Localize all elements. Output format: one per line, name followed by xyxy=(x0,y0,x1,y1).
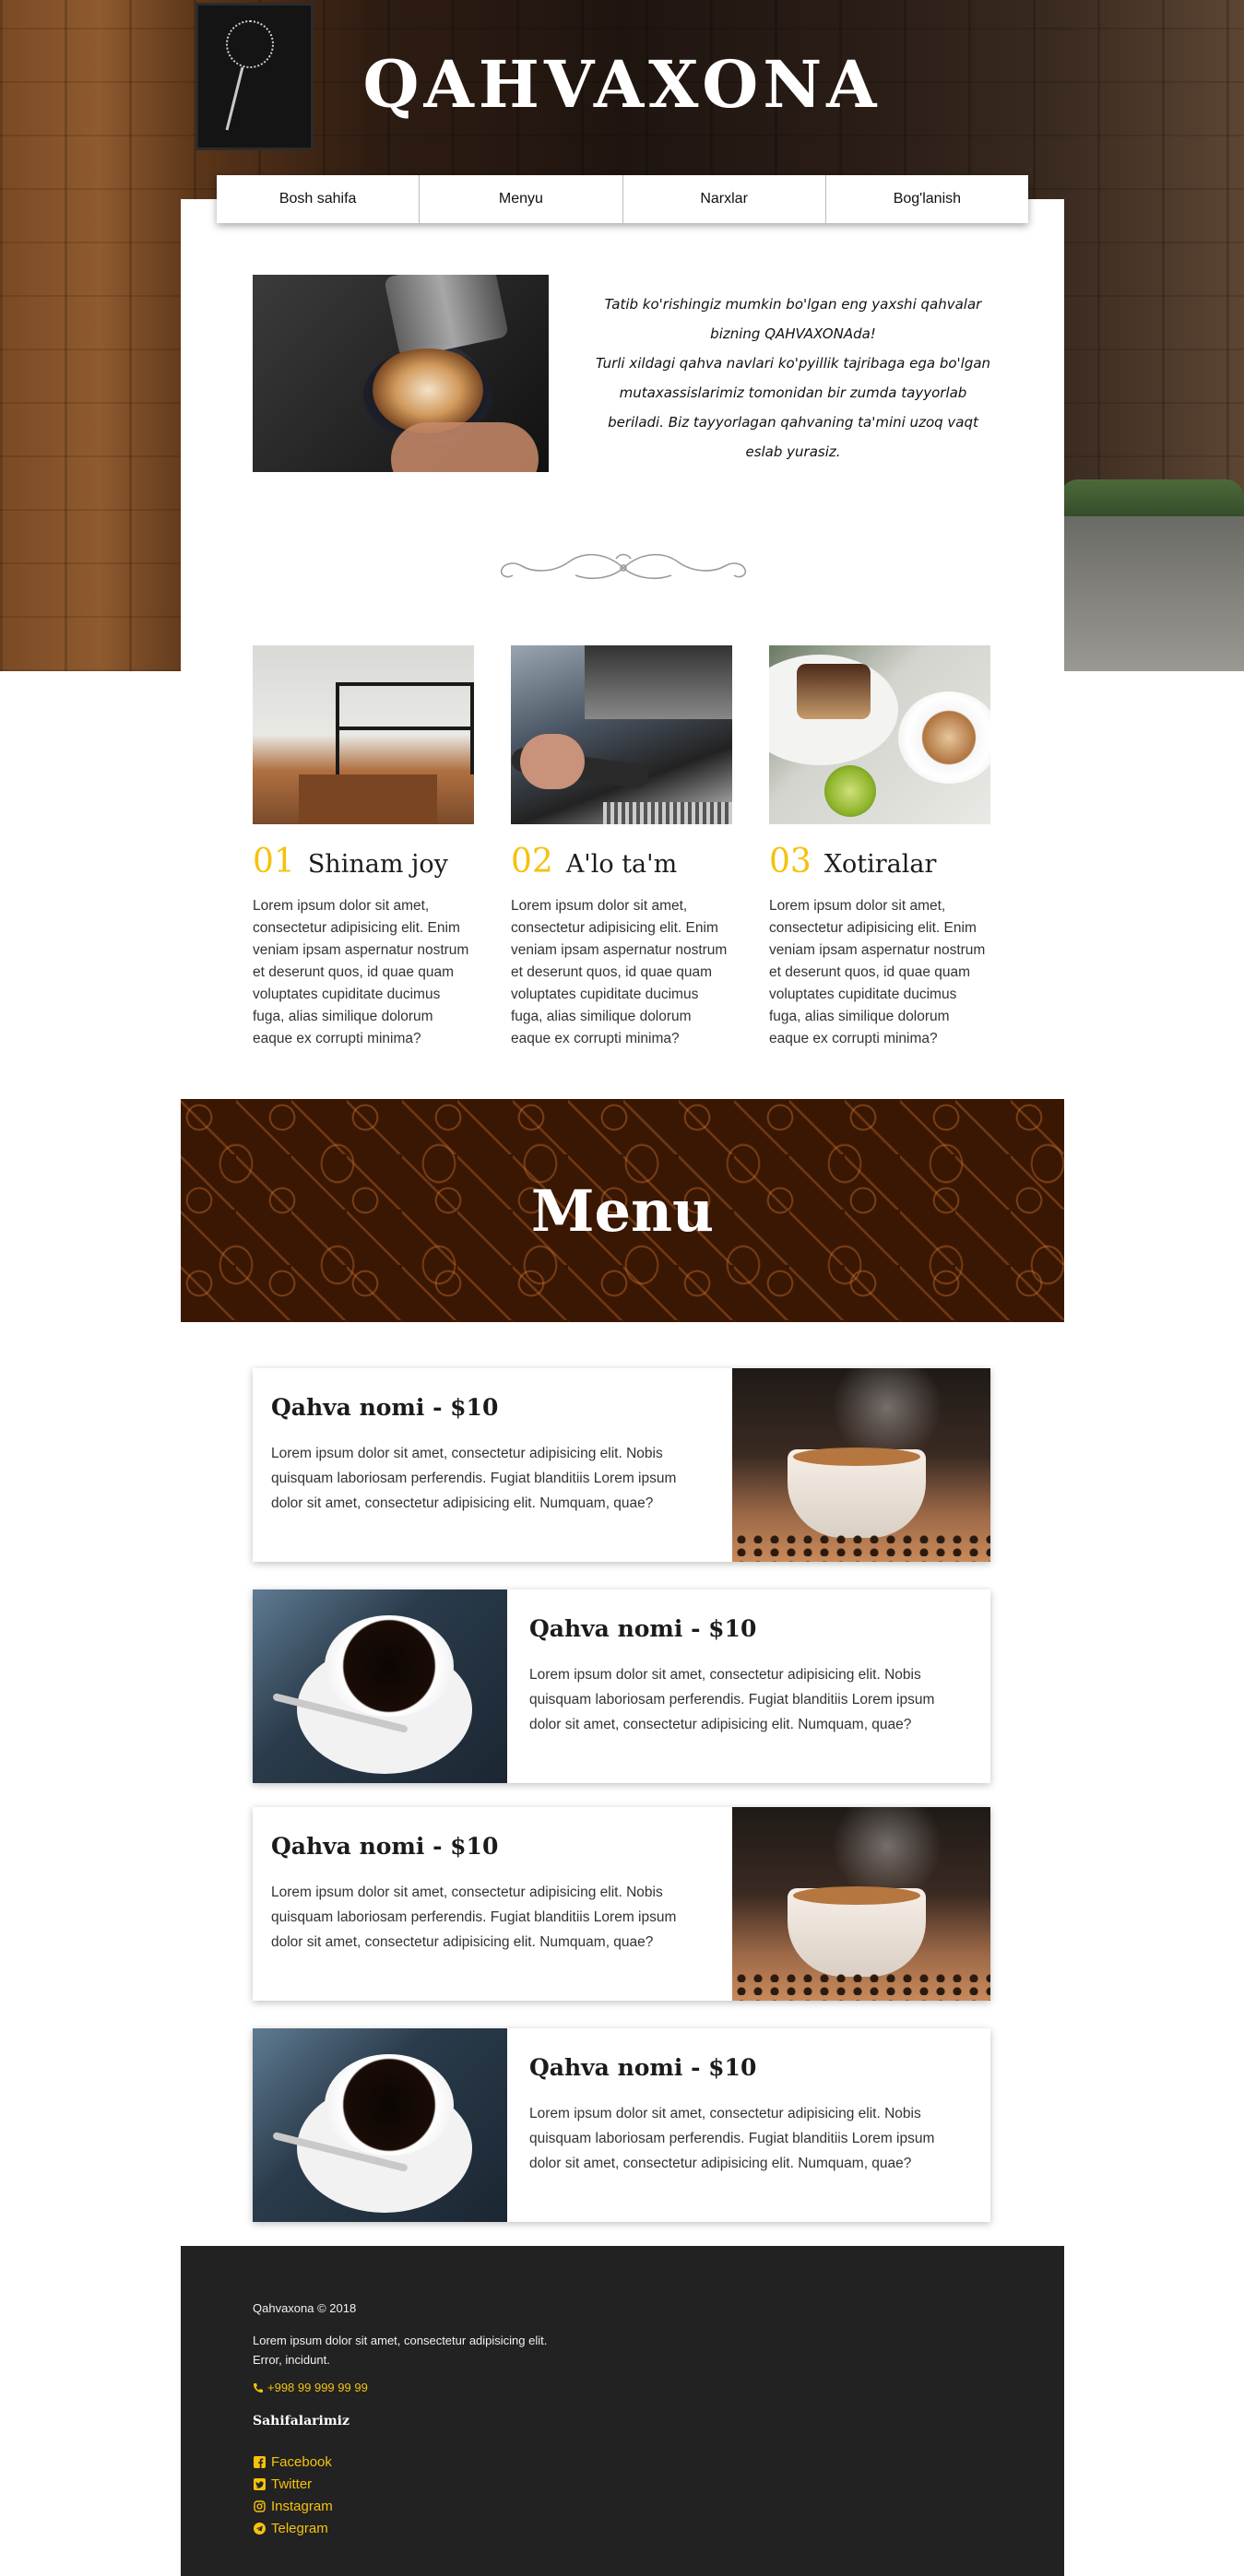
cake xyxy=(797,664,871,719)
menu-item-description: Lorem ipsum dolor sit amet, consectetur … xyxy=(271,1885,677,1950)
intro-line: beriladi. Biz tayyorlagan qahvaning ta'm… xyxy=(608,414,978,431)
coffee-dessert-image xyxy=(769,645,990,824)
nav-item-prices[interactable]: Narxlar xyxy=(623,175,826,223)
social-link-instagram[interactable]: Instagram xyxy=(253,2495,333,2517)
coffee-beans xyxy=(732,1969,990,2001)
menu-item-name: Qahva nomi - $10 xyxy=(529,1615,757,1642)
footer-about-line: Lorem ipsum dolor sit amet, consectetur … xyxy=(253,2334,548,2347)
menu-item-description: Lorem ipsum dolor sit amet, consectetur … xyxy=(529,1667,935,1732)
menu-item-name: Qahva nomi - $10 xyxy=(529,2054,757,2081)
feature-card: 03 Xotiralar Lorem ipsum dolor sit amet,… xyxy=(769,645,990,1050)
social-link-telegram[interactable]: Telegram xyxy=(253,2517,333,2539)
main-navigation: Bosh sahifa Menyu Narxlar Bog'lanish xyxy=(217,175,1028,223)
feature-description: Lorem ipsum dolor sit amet, consectetur … xyxy=(511,898,728,1046)
shelf-bar xyxy=(336,727,474,730)
feature-heading: 02 A'lo ta'm xyxy=(511,843,732,880)
ornament-divider-icon xyxy=(500,553,747,580)
instagram-icon xyxy=(253,2499,266,2512)
intro-line: mutaxassislarimiz tomonidan bir zumda ta… xyxy=(619,384,967,401)
footer-about-line: Error, incidunt. xyxy=(253,2353,330,2367)
latte-art-image xyxy=(253,275,549,472)
social-links: Facebook Twitter Instagram Telegram xyxy=(253,2451,333,2539)
social-link-facebook[interactable]: Facebook xyxy=(253,2451,333,2473)
steaming-coffee-image xyxy=(732,1807,990,2001)
menu-item-card[interactable]: Qahva nomi - $10 Lorem ipsum dolor sit a… xyxy=(253,1589,990,1783)
feature-title: Xotiralar xyxy=(823,850,937,879)
drip-tray xyxy=(603,802,732,824)
telegram-icon xyxy=(253,2522,266,2535)
menu-item-text: Qahva nomi - $10 Lorem ipsum dolor sit a… xyxy=(253,1807,732,1955)
feature-title: Shinam joy xyxy=(307,850,448,879)
social-link-label: Facebook xyxy=(271,2453,332,2470)
counter xyxy=(299,774,437,824)
feature-heading: 01 Shinam joy xyxy=(253,843,474,880)
feature-description: Lorem ipsum dolor sit amet, consectetur … xyxy=(769,898,986,1046)
black-coffee-image xyxy=(253,2028,507,2222)
facebook-icon xyxy=(253,2455,266,2468)
menu-item-name: Qahva nomi - $10 xyxy=(271,1394,499,1421)
feature-card: 02 A'lo ta'm Lorem ipsum dolor sit amet,… xyxy=(511,645,732,1050)
feature-description: Lorem ipsum dolor sit amet, consectetur … xyxy=(253,898,469,1046)
menu-item-card[interactable]: Qahva nomi - $10 Lorem ipsum dolor sit a… xyxy=(253,1807,990,2001)
menu-item-text: Qahva nomi - $10 Lorem ipsum dolor sit a… xyxy=(511,1589,990,1737)
milk-pitcher xyxy=(383,275,510,360)
feature-number: 03 xyxy=(769,843,812,880)
social-link-label: Telegram xyxy=(271,2520,328,2536)
feature-title: A'lo ta'm xyxy=(565,850,678,879)
menu-item-card[interactable]: Qahva nomi - $10 Lorem ipsum dolor sit a… xyxy=(253,2028,990,2222)
cup xyxy=(898,691,990,784)
footer-about: Lorem ipsum dolor sit amet, consectetur … xyxy=(253,2331,603,2369)
espresso-machine-image xyxy=(511,645,732,824)
social-link-label: Twitter xyxy=(271,2476,313,2492)
nav-item-home[interactable]: Bosh sahifa xyxy=(217,175,421,223)
hand xyxy=(391,422,539,472)
feature-card: 01 Shinam joy Lorem ipsum dolor sit amet… xyxy=(253,645,474,1050)
footer-pages-title: Sahifalarimiz xyxy=(253,2414,350,2428)
footer-phone[interactable]: +998 99 999 99 99 xyxy=(253,2381,368,2394)
feature-number: 02 xyxy=(511,843,553,880)
menu-banner-title: Menu xyxy=(530,1176,715,1245)
social-link-twitter[interactable]: Twitter xyxy=(253,2473,333,2495)
menu-item-text: Qahva nomi - $10 Lorem ipsum dolor sit a… xyxy=(253,1368,732,1516)
cup xyxy=(325,1615,454,1717)
intro-line: eslab yurasiz. xyxy=(745,443,841,460)
menu-item-card[interactable]: Qahva nomi - $10 Lorem ipsum dolor sit a… xyxy=(253,1368,990,1562)
footer: Qahvaxona © 2018 Lorem ipsum dolor sit a… xyxy=(181,2246,1064,2576)
menu-item-text: Qahva nomi - $10 Lorem ipsum dolor sit a… xyxy=(511,2028,990,2176)
social-link-label: Instagram xyxy=(271,2498,333,2514)
site-title: QAHVAXONA xyxy=(362,46,882,123)
black-coffee-image xyxy=(253,1589,507,1783)
menu-banner: Menu xyxy=(181,1099,1064,1322)
phone-icon xyxy=(254,2382,263,2393)
hand xyxy=(520,734,585,789)
nav-item-menu[interactable]: Menyu xyxy=(420,175,623,223)
nav-item-contact[interactable]: Bog'lanish xyxy=(826,175,1028,223)
intro-text: Tatib ko'rishingiz mumkin bo'lgan eng ya… xyxy=(590,290,996,467)
cafe-interior-image xyxy=(253,645,474,824)
phone-number: +998 99 999 99 99 xyxy=(267,2381,368,2394)
feature-number: 01 xyxy=(253,843,295,880)
twitter-icon xyxy=(253,2477,266,2490)
intro-line: bizning QAHVAXONAda! xyxy=(710,325,876,342)
intro-line: Turli xildagi qahva navlari ko'pyillik t… xyxy=(595,355,991,372)
steaming-coffee-image xyxy=(732,1368,990,1562)
coffee-beans xyxy=(732,1530,990,1562)
coffee xyxy=(793,1448,920,1466)
intro-line: Tatib ko'rishingiz mumkin bo'lgan eng ya… xyxy=(604,296,982,313)
menu-item-name: Qahva nomi - $10 xyxy=(271,1833,499,1860)
machine xyxy=(585,645,732,719)
menu-item-description: Lorem ipsum dolor sit amet, consectetur … xyxy=(271,1446,677,1511)
cup xyxy=(325,2054,454,2156)
feature-heading: 03 Xotiralar xyxy=(769,843,990,880)
lime xyxy=(824,765,876,817)
counter-decoration xyxy=(1060,516,1244,671)
menu-item-description: Lorem ipsum dolor sit amet, consectetur … xyxy=(529,2106,935,2171)
footer-copyright: Qahvaxona © 2018 xyxy=(253,2301,357,2315)
coffee xyxy=(793,1886,920,1905)
